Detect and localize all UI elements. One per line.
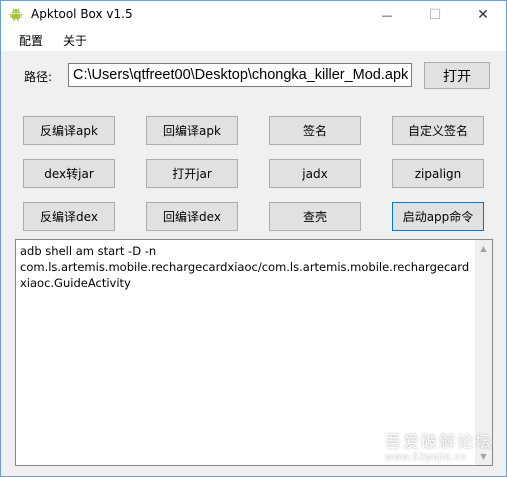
sign-button[interactable]: 签名: [269, 116, 361, 145]
watermark-url: www.52pojie.cn: [385, 452, 467, 463]
decompile-dex-button[interactable]: 反编译dex: [23, 202, 115, 231]
check-packer-button[interactable]: 查壳: [269, 202, 361, 231]
maximize-icon: ☐: [428, 7, 442, 23]
title-bar[interactable]: Apktool Box v1.5 — ☐ ✕: [1, 1, 506, 29]
zipalign-button[interactable]: zipalign: [392, 159, 484, 188]
dex-to-jar-button[interactable]: dex转jar: [23, 159, 115, 188]
window-title: Apktool Box v1.5: [31, 7, 133, 21]
watermark-title: 吾爱破解论坛: [385, 432, 494, 451]
recompile-dex-button[interactable]: 回编译dex: [146, 202, 238, 231]
jadx-button[interactable]: jadx: [269, 159, 361, 188]
scroll-up-arrow-icon[interactable]: ▲: [475, 240, 492, 257]
menu-bar: 配置 关于: [1, 29, 506, 51]
apktool-box-window: Apktool Box v1.5 — ☐ ✕ 配置 关于 路径: C:\User…: [0, 0, 507, 477]
close-button[interactable]: ✕: [460, 1, 506, 29]
custom-sign-button[interactable]: 自定义签名: [392, 116, 484, 145]
maximize-button[interactable]: ☐: [412, 1, 458, 29]
menu-config[interactable]: 配置: [19, 32, 43, 49]
open-jar-button[interactable]: 打开jar: [146, 159, 238, 188]
minimize-icon: —: [381, 8, 393, 22]
open-file-button[interactable]: 打开: [424, 62, 490, 89]
minimize-button[interactable]: —: [364, 1, 410, 29]
launch-app-command-button[interactable]: 启动app命令: [392, 202, 484, 231]
recompile-apk-button[interactable]: 回编译apk: [146, 116, 238, 145]
output-text: adb shell am start -D -n com.ls.artemis.…: [20, 244, 470, 290]
path-input[interactable]: C:\Users\qtfreet00\Desktop\chongka_kille…: [68, 63, 412, 87]
menu-about[interactable]: 关于: [63, 32, 87, 49]
android-icon: [10, 7, 22, 22]
watermark: 吾爱破解论坛 www.52pojie.cn: [385, 428, 493, 463]
path-label: 路径:: [24, 70, 53, 84]
decompile-apk-button[interactable]: 反编译apk: [23, 116, 115, 145]
close-icon: ✕: [477, 7, 489, 23]
